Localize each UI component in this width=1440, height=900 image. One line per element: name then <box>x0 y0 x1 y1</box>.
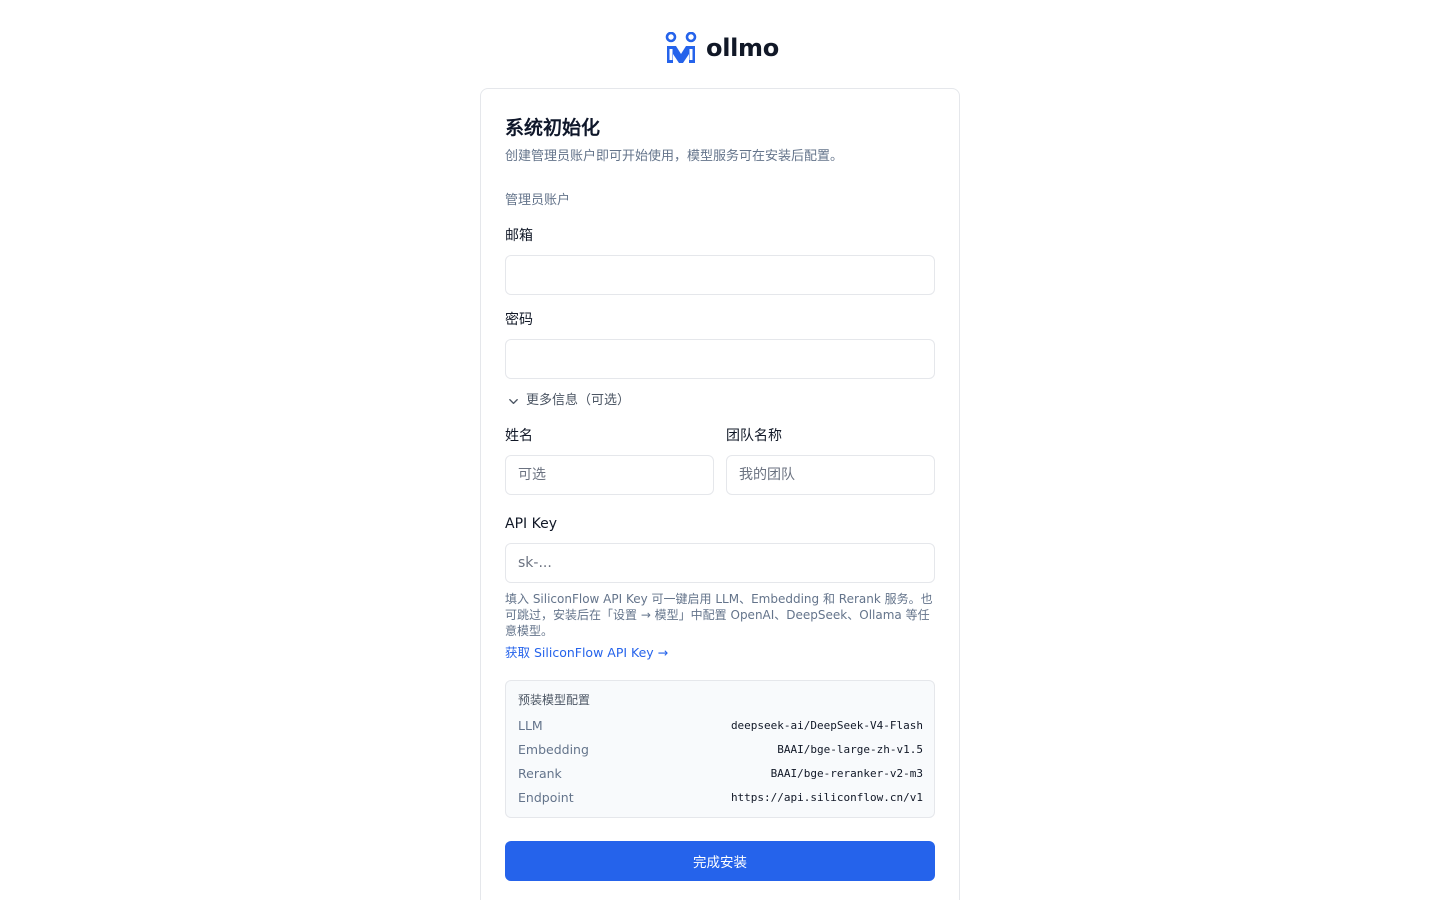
page-subtitle: 创建管理员账户即可开始使用，模型服务可在安装后配置。 <box>505 149 844 164</box>
api-key-hint: 填入 SiliconFlow API Key 可一键启用 LLM、Embeddi… <box>505 592 933 638</box>
name-label: 姓名 <box>505 428 533 444</box>
preset-value: deepseek-ai/DeepSeek-V4-Flash <box>730 718 923 732</box>
page-title: 系统初始化 <box>505 117 601 139</box>
preset-value: BAAI/bge-reranker-v2-m3 <box>770 766 923 780</box>
setup-card: 系统初始化 创建管理员账户即可开始使用，模型服务可在安装后配置。 管理员账户 邮… <box>480 88 960 900</box>
name-field[interactable] <box>505 455 714 495</box>
admin-section-label: 管理员账户 <box>505 193 571 208</box>
preset-key: Rerank <box>518 765 562 781</box>
password-label: 密码 <box>505 312 533 328</box>
email-label: 邮箱 <box>505 228 533 244</box>
chevron-down-icon <box>509 398 518 404</box>
more-info-toggle[interactable]: 更多信息（可选） <box>507 392 630 410</box>
setup-page: ollmo 系统初始化 创建管理员账户即可开始使用，模型服务可在安装后配置。 管… <box>0 0 1440 900</box>
preset-row-llm: LLM deepseek-ai/DeepSeek-V4-Flash <box>518 716 923 734</box>
preset-value: BAAI/bge-large-zh-v1.5 <box>777 742 923 756</box>
preset-row-endpoint: Endpoint https://api.siliconflow.cn/v1 <box>518 788 923 806</box>
preset-row-embedding: Embedding BAAI/bge-large-zh-v1.5 <box>518 740 923 758</box>
email-field[interactable] <box>505 255 935 295</box>
api-key-field[interactable] <box>505 543 935 583</box>
preset-title: 预装模型配置 <box>518 693 591 707</box>
preset-key: Embedding <box>518 741 589 757</box>
team-name-label: 团队名称 <box>726 428 782 444</box>
brand-name: ollmo <box>706 34 779 62</box>
api-key-label: API Key <box>505 516 557 532</box>
preset-value: https://api.siliconflow.cn/v1 <box>730 790 923 804</box>
password-field[interactable] <box>505 339 935 379</box>
ollmo-logo-icon <box>665 31 697 63</box>
preset-row-rerank: Rerank BAAI/bge-reranker-v2-m3 <box>518 764 923 782</box>
complete-install-button[interactable]: 完成安装 <box>505 841 935 881</box>
preset-model-config: 预装模型配置 LLM deepseek-ai/DeepSeek-V4-Flash… <box>505 680 935 818</box>
preset-key: Endpoint <box>518 789 574 805</box>
team-name-field[interactable] <box>726 455 935 495</box>
get-api-key-link[interactable]: 获取 SiliconFlow API Key → <box>505 645 668 661</box>
brand-logo: ollmo <box>664 31 779 65</box>
more-info-label: 更多信息（可选） <box>526 393 631 408</box>
preset-key: LLM <box>518 717 543 733</box>
